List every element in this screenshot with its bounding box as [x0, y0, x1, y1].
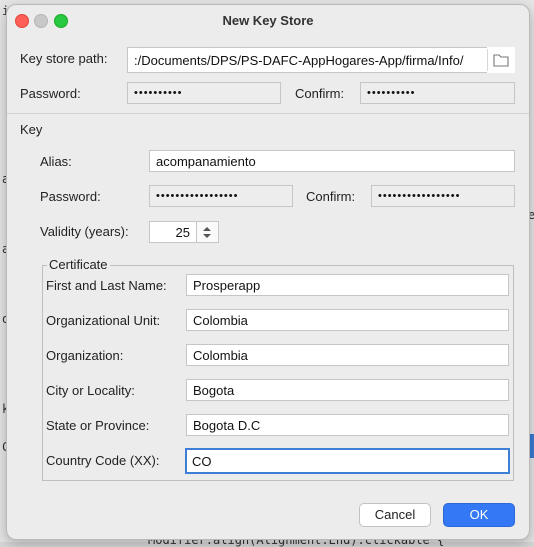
keystore-password-input[interactable]: •••••••••• — [127, 82, 281, 104]
ok-button[interactable]: OK — [443, 503, 515, 527]
keystore-password-value: •••••••••• — [134, 87, 183, 99]
key-confirm-label: Confirm: — [306, 189, 356, 204]
alias-value: acompanamiento — [156, 154, 256, 169]
keystore-path-input[interactable]: :/Documents/DPS/PS-DAFC-AppHogares-App/f… — [127, 47, 515, 73]
keystore-confirm-input[interactable]: •••••••••• — [360, 82, 515, 104]
first-last-name-label: First and Last Name: — [46, 278, 167, 293]
validity-value: 25 — [175, 225, 190, 240]
organization-input[interactable]: Colombia — [186, 344, 509, 366]
folder-icon — [487, 47, 515, 76]
keystore-confirm-value: •••••••••• — [367, 87, 416, 99]
new-key-store-dialog: New Key Store Key store path: :/Document… — [6, 4, 530, 540]
state-province-label: State or Province: — [46, 418, 150, 433]
city-locality-value: Bogota — [193, 383, 235, 398]
country-code-label: Country Code (XX): — [46, 453, 160, 468]
key-password-input[interactable]: ••••••••••••••••• — [149, 185, 293, 207]
keystore-password-label: Password: — [20, 86, 81, 101]
key-section-label: Key — [20, 122, 43, 137]
validity-label: Validity (years): — [40, 224, 129, 239]
validity-input[interactable]: 25 — [149, 221, 197, 243]
cancel-button[interactable]: Cancel — [359, 503, 431, 527]
alias-input[interactable]: acompanamiento — [149, 150, 515, 172]
organizational-unit-input[interactable]: Colombia — [186, 309, 509, 331]
organization-label: Organization: — [46, 348, 124, 363]
validity-stepper[interactable] — [197, 221, 219, 243]
city-locality-input[interactable]: Bogota — [186, 379, 509, 401]
keystore-path-value: :/Documents/DPS/PS-DAFC-AppHogares-App/f… — [134, 53, 464, 68]
city-locality-label: City or Locality: — [46, 383, 135, 398]
divider — [7, 113, 529, 114]
first-last-name-value: Prosperapp — [193, 278, 261, 293]
keystore-path-label: Key store path: — [20, 51, 108, 66]
dialog-title: New Key Store — [222, 13, 314, 28]
title-bar: New Key Store — [7, 5, 529, 35]
key-confirm-value: ••••••••••••••••• — [378, 190, 461, 202]
keystore-confirm-label: Confirm: — [295, 86, 345, 101]
certificate-section-label: Certificate — [47, 257, 110, 272]
key-password-value: ••••••••••••••••• — [156, 190, 239, 202]
state-province-value: Bogota D.C — [193, 418, 261, 433]
alias-label: Alias: — [40, 154, 72, 169]
key-confirm-input[interactable]: ••••••••••••••••• — [371, 185, 515, 207]
organizational-unit-value: Colombia — [193, 313, 248, 328]
state-province-input[interactable]: Bogota D.C — [186, 414, 509, 436]
key-password-label: Password: — [40, 189, 101, 204]
organization-value: Colombia — [193, 348, 248, 363]
browse-folder-button[interactable] — [487, 47, 515, 73]
country-code-value: CO — [192, 454, 212, 469]
first-last-name-input[interactable]: Prosperapp — [186, 274, 509, 296]
country-code-input[interactable]: CO — [185, 448, 510, 474]
organizational-unit-label: Organizational Unit: — [46, 313, 161, 328]
